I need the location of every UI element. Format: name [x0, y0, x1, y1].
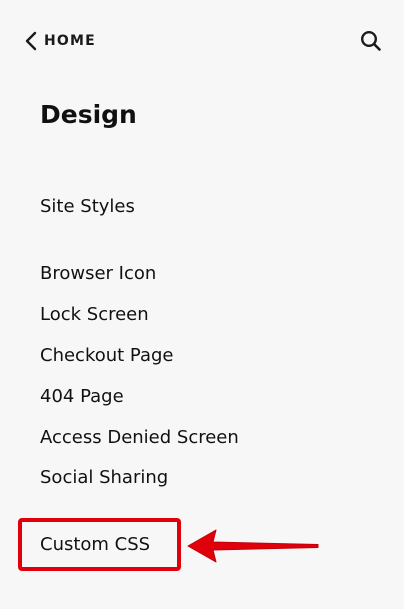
search-icon [360, 30, 382, 56]
design-panel: HOME Design Site Styles Browser Icon Loc… [0, 0, 404, 609]
menu-item-access-denied-screen[interactable]: Access Denied Screen [40, 426, 239, 450]
menu-item-checkout-page[interactable]: Checkout Page [40, 344, 174, 368]
menu-item-404-page[interactable]: 404 Page [40, 385, 124, 409]
menu-item-site-styles[interactable]: Site Styles [40, 195, 135, 219]
search-button[interactable] [358, 30, 384, 56]
chevron-left-icon [24, 31, 38, 51]
arrow-pointer-icon [186, 528, 320, 568]
menu-item-social-sharing[interactable]: Social Sharing [40, 466, 168, 490]
home-back-link[interactable]: HOME [24, 28, 96, 54]
home-back-label: HOME [44, 33, 96, 49]
menu-item-lock-screen[interactable]: Lock Screen [40, 303, 149, 327]
highlight-box [18, 518, 181, 571]
menu-item-browser-icon[interactable]: Browser Icon [40, 262, 156, 286]
page-title: Design [40, 100, 137, 129]
